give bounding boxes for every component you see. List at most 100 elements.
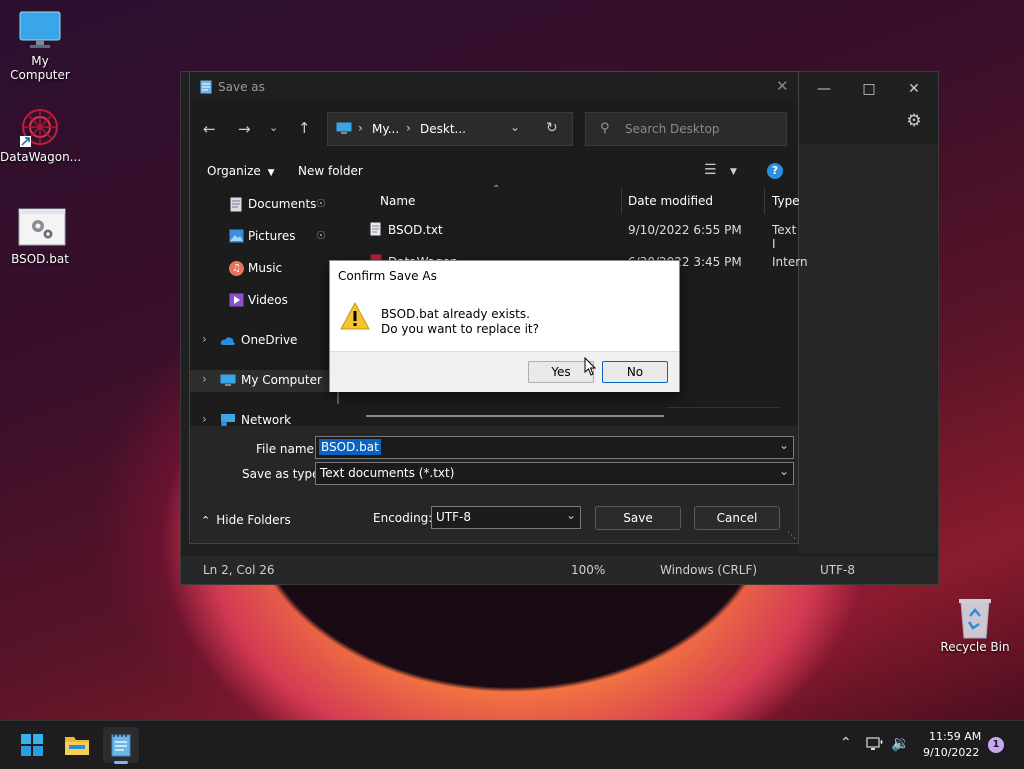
notepad-icon	[111, 734, 131, 757]
confirm-message-line2: Do you want to replace it?	[381, 322, 539, 336]
scrollbar-track	[666, 407, 780, 408]
breadcrumb-separator: ›	[406, 121, 411, 135]
save-type-label: Save as type:	[242, 467, 324, 481]
pictures-icon	[229, 229, 244, 246]
onedrive-cloud-icon	[220, 335, 236, 349]
chevron-down-icon[interactable]: ⌄	[779, 438, 789, 452]
close-button[interactable]: ✕	[776, 77, 789, 95]
nav-item-music[interactable]: ♫ Music	[190, 258, 345, 280]
encoding-value: UTF-8	[436, 510, 471, 524]
confirm-save-dialog[interactable]: Confirm Save As BSOD.bat already exists.…	[329, 260, 680, 392]
navigation-pane[interactable]: Documents ☉ Pictures ☉ ♫ Music Videos › …	[190, 188, 348, 427]
up-arrow-icon[interactable]: ↑	[298, 119, 311, 137]
breadcrumb-separator: ›	[358, 121, 363, 135]
file-date: 9/10/2022 6:55 PM	[628, 223, 742, 237]
file-row[interactable]: BSOD.txt 9/10/2022 6:55 PM Text I	[348, 218, 798, 251]
nav-scrollbar[interactable]	[337, 390, 339, 404]
new-folder-button[interactable]: New folder	[298, 164, 363, 178]
chevron-down-icon[interactable]: ⌄	[566, 508, 576, 522]
forward-arrow-icon[interactable]: →	[238, 120, 251, 138]
notepad-icon	[200, 79, 212, 97]
pin-icon[interactable]: ☉	[316, 197, 326, 210]
desktop-icon-datawagon[interactable]: DataWagon...	[0, 106, 82, 164]
file-name-value: BSOD.bat	[319, 439, 381, 455]
nav-item-documents[interactable]: Documents ☉	[190, 194, 345, 216]
folder-icon	[65, 737, 89, 755]
nav-item-label: Music	[248, 261, 283, 275]
nav-item-videos[interactable]: Videos	[190, 290, 345, 312]
cancel-button[interactable]: Cancel	[694, 506, 780, 530]
help-icon[interactable]: ?	[767, 163, 783, 179]
clock-time[interactable]: 11:59 AM	[929, 730, 981, 743]
taskbar-file-explorer[interactable]	[59, 727, 95, 763]
gear-icon[interactable]: ⚙	[899, 110, 929, 132]
encoding-select[interactable]: UTF-8 ⌄	[431, 506, 581, 529]
save-button[interactable]: Save	[595, 506, 681, 530]
column-header-date[interactable]: Date modified	[628, 194, 713, 208]
file-name: BSOD.txt	[388, 223, 443, 237]
status-zoom: 100%	[571, 563, 606, 577]
breadcrumb-item[interactable]: Deskt...	[420, 122, 466, 136]
search-input[interactable]: Search Desktop	[625, 122, 720, 136]
back-arrow-icon[interactable]: ←	[203, 120, 216, 138]
save-type-value: Text documents (*.txt)	[320, 466, 455, 480]
monitor-icon	[18, 10, 62, 50]
chevron-down-icon[interactable]: ⌄	[779, 464, 789, 478]
save-type-select[interactable]: Text documents (*.txt) ⌄	[315, 462, 794, 485]
start-button[interactable]	[14, 727, 50, 763]
desktop-icon-label: My Computer	[10, 54, 70, 82]
breadcrumb-item[interactable]: My...	[372, 122, 399, 136]
address-bar[interactable]: › My... › Deskt... ⌄ ↻	[327, 112, 573, 146]
resize-grip-icon[interactable]: ⋱	[787, 531, 796, 541]
volume-icon[interactable]: 🔉	[891, 734, 910, 752]
nav-item-pictures[interactable]: Pictures ☉	[190, 226, 345, 248]
recent-locations-chevron-icon[interactable]: ⌄	[269, 121, 278, 134]
hide-folders-button[interactable]: ⌃ Hide Folders	[201, 513, 291, 527]
close-button[interactable]: ✕	[899, 78, 929, 100]
notification-badge[interactable]: 1	[988, 737, 1004, 753]
nav-item-label: OneDrive	[241, 333, 298, 347]
mouse-cursor-icon	[584, 356, 597, 380]
expand-chevron-icon[interactable]: ›	[202, 332, 207, 346]
no-button[interactable]: No	[602, 361, 668, 383]
taskbar-notepad[interactable]	[103, 727, 139, 764]
caret-down-icon[interactable]: ▼	[730, 167, 737, 177]
column-header-name[interactable]: Name	[380, 194, 415, 208]
file-name-input[interactable]: BSOD.bat ⌄	[315, 436, 794, 459]
desktop-icon-label: DataWagon...	[0, 150, 82, 164]
column-divider[interactable]	[764, 188, 765, 214]
desktop-icon-bsod-bat[interactable]: BSOD.bat	[0, 208, 80, 266]
horizontal-scrollbar[interactable]	[366, 415, 664, 417]
refresh-icon[interactable]: ↻	[546, 120, 558, 136]
computer-icon	[336, 122, 352, 137]
file-name-label: File name:	[256, 442, 318, 456]
sort-indicator-icon: ⌃	[492, 184, 501, 195]
nav-item-onedrive[interactable]: › OneDrive	[190, 330, 345, 352]
expand-chevron-icon[interactable]: ›	[202, 412, 207, 426]
videos-icon	[229, 293, 244, 310]
network-status-icon[interactable]	[866, 736, 884, 755]
search-box[interactable]: ⚲ Search Desktop	[585, 112, 787, 146]
status-encoding: UTF-8	[820, 563, 855, 577]
pin-icon[interactable]: ☉	[316, 229, 326, 242]
chevron-down-icon[interactable]: ⌄	[510, 120, 520, 134]
confirm-message-line1: BSOD.bat already exists.	[381, 307, 530, 321]
column-header-type[interactable]: Type	[772, 194, 800, 208]
windows-logo-icon	[21, 734, 43, 756]
warning-icon	[340, 301, 370, 333]
column-divider[interactable]	[621, 188, 622, 214]
file-type: Intern	[772, 255, 808, 269]
minimize-button[interactable]: —	[809, 78, 839, 100]
notepad-editor-area[interactable]	[799, 144, 937, 554]
chevron-up-icon[interactable]: ⌃	[840, 735, 852, 751]
clock-date[interactable]: 9/10/2022	[923, 746, 979, 759]
organize-button[interactable]: Organize ▼	[207, 164, 275, 178]
desktop-icon-recycle-bin[interactable]: Recycle Bin	[935, 596, 1015, 654]
nav-item-my-computer[interactable]: › My Computer	[190, 370, 345, 392]
expand-chevron-icon[interactable]: ›	[202, 372, 207, 386]
computer-icon	[220, 374, 236, 390]
maximize-button[interactable]: □	[854, 78, 884, 100]
nav-item-label: Network	[241, 413, 292, 427]
view-options-icon[interactable]: ☰	[704, 162, 717, 178]
desktop-icon-my-computer[interactable]: My Computer	[0, 10, 80, 82]
